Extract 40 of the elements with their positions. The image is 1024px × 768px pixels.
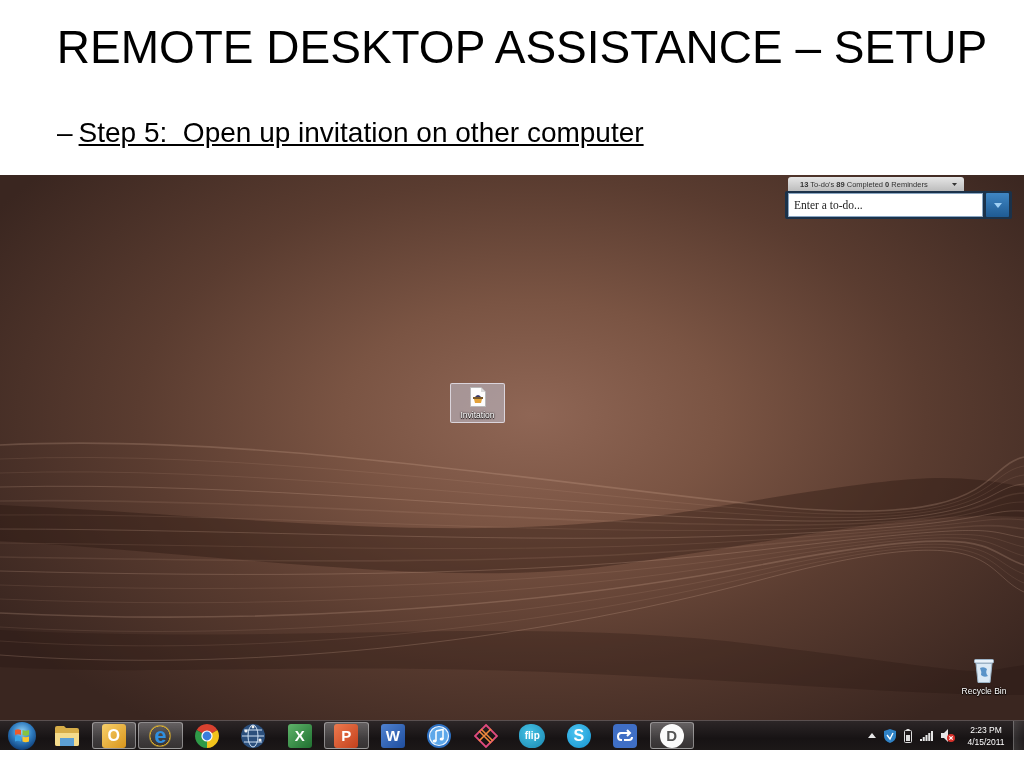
document-icon xyxy=(469,387,486,407)
todo-input[interactable]: Enter a to-do... xyxy=(788,193,983,217)
ring-logo-icon xyxy=(194,723,219,748)
taskbar-button[interactable]: e xyxy=(138,722,183,749)
battery-icon[interactable] xyxy=(904,728,912,743)
recycle-bin-icon xyxy=(974,659,994,683)
taskbar-button[interactable]: W xyxy=(370,722,415,749)
caret-up-icon[interactable] xyxy=(868,733,876,738)
taskbar-button[interactable]: O xyxy=(91,722,136,749)
speaker-icon[interactable] xyxy=(941,729,955,742)
music-note-icon xyxy=(427,723,452,748)
arrows-tile-icon xyxy=(613,723,638,748)
show-desktop-button[interactable] xyxy=(1013,721,1024,750)
letter-d-icon: D xyxy=(659,723,684,748)
caret-down-icon[interactable] xyxy=(952,182,957,186)
taskbar-button[interactable]: S xyxy=(556,722,601,749)
taskbar-button[interactable]: D xyxy=(649,722,694,749)
letter-x-tile-icon: X xyxy=(287,723,312,748)
letter-o-tile-icon: O xyxy=(101,723,126,748)
knot-icon xyxy=(473,723,498,748)
step-text: Step 5: Open up invitation on other computer xyxy=(78,117,644,149)
shield-icon[interactable] xyxy=(884,728,896,743)
bullet-dash: – xyxy=(57,117,73,149)
signal-bars-icon[interactable] xyxy=(920,730,933,741)
taskbar-button[interactable]: P xyxy=(324,722,369,749)
desktop-icon[interactable]: Invitation xyxy=(450,383,505,423)
letter-w-tile-icon: W xyxy=(380,723,405,748)
start-orb-icon xyxy=(8,721,36,750)
letter-e-icon: e xyxy=(148,723,173,748)
letter-p-tile-icon: P xyxy=(334,723,359,748)
taskbar-button[interactable]: flip xyxy=(510,722,555,749)
folder-icon xyxy=(55,725,80,746)
taskbar-button[interactable]: X xyxy=(277,722,322,749)
dropdown-button[interactable] xyxy=(986,193,1009,217)
globe-icon xyxy=(241,723,266,748)
clock[interactable]: 2:23 PM 4/15/2011 xyxy=(963,721,1009,750)
flip-logo-icon: flip xyxy=(519,723,546,748)
letter-s-icon: S xyxy=(566,723,591,748)
slide-title: REMOTE DESKTOP ASSISTANCE – SETUP xyxy=(56,21,988,74)
caret-down-icon xyxy=(993,202,1002,208)
